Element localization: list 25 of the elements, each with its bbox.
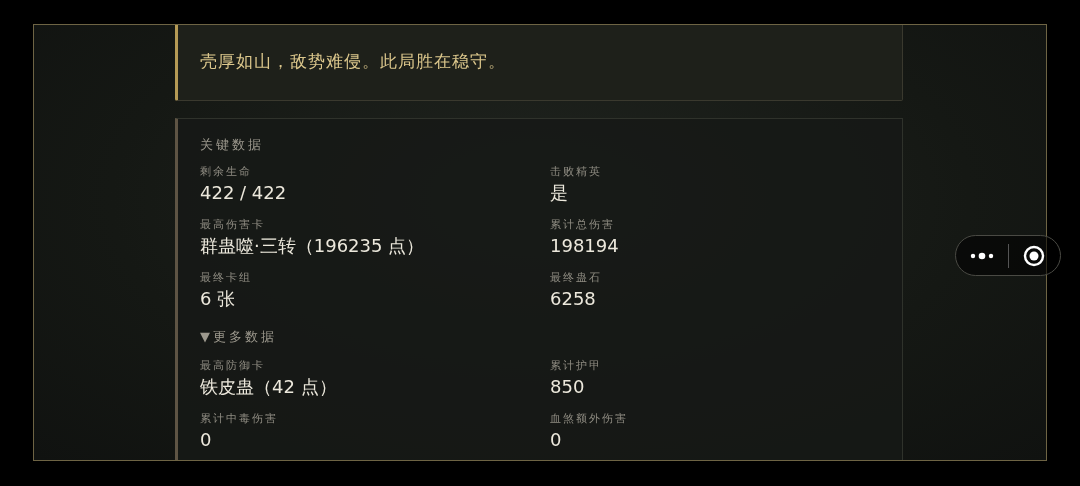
stat-label: 累计总伤害 <box>550 218 615 232</box>
stat-value: 198194 <box>550 235 619 257</box>
stat-value: 0 <box>550 429 562 451</box>
more-icon <box>969 251 994 260</box>
stat-value: 铁皮蛊（42 点） <box>200 376 337 398</box>
stat-label: 最高伤害卡 <box>200 218 265 232</box>
stat-value: 850 <box>550 376 585 398</box>
stat-label: 击败精英 <box>550 165 602 179</box>
stat-label: 剩余生命 <box>200 165 252 179</box>
stat-value: 0 <box>200 429 212 451</box>
stat-value: 422 / 422 <box>200 182 287 204</box>
stat-value: 群蛊噬·三转（196235 点） <box>200 235 425 257</box>
stat-label: 最终蛊石 <box>550 271 602 285</box>
target-icon <box>1023 244 1046 267</box>
section-title: 关键数据 <box>200 136 264 153</box>
more-data-toggle[interactable]: ▼更多数据 <box>200 328 277 345</box>
stat-value: 是 <box>550 182 568 204</box>
review-text: 壳厚如山，敌势难侵。此局胜在稳守。 <box>200 50 506 73</box>
stat-label: 最终卡组 <box>200 271 252 285</box>
stat-label: 累计中毒伤害 <box>200 412 278 426</box>
stat-label: 血煞额外伤害 <box>550 412 628 426</box>
stat-label: 累计护甲 <box>550 359 602 373</box>
stat-value: 6258 <box>550 288 596 310</box>
stat-value: 6 张 <box>200 288 236 310</box>
stat-label: 最高防御卡 <box>200 359 265 373</box>
